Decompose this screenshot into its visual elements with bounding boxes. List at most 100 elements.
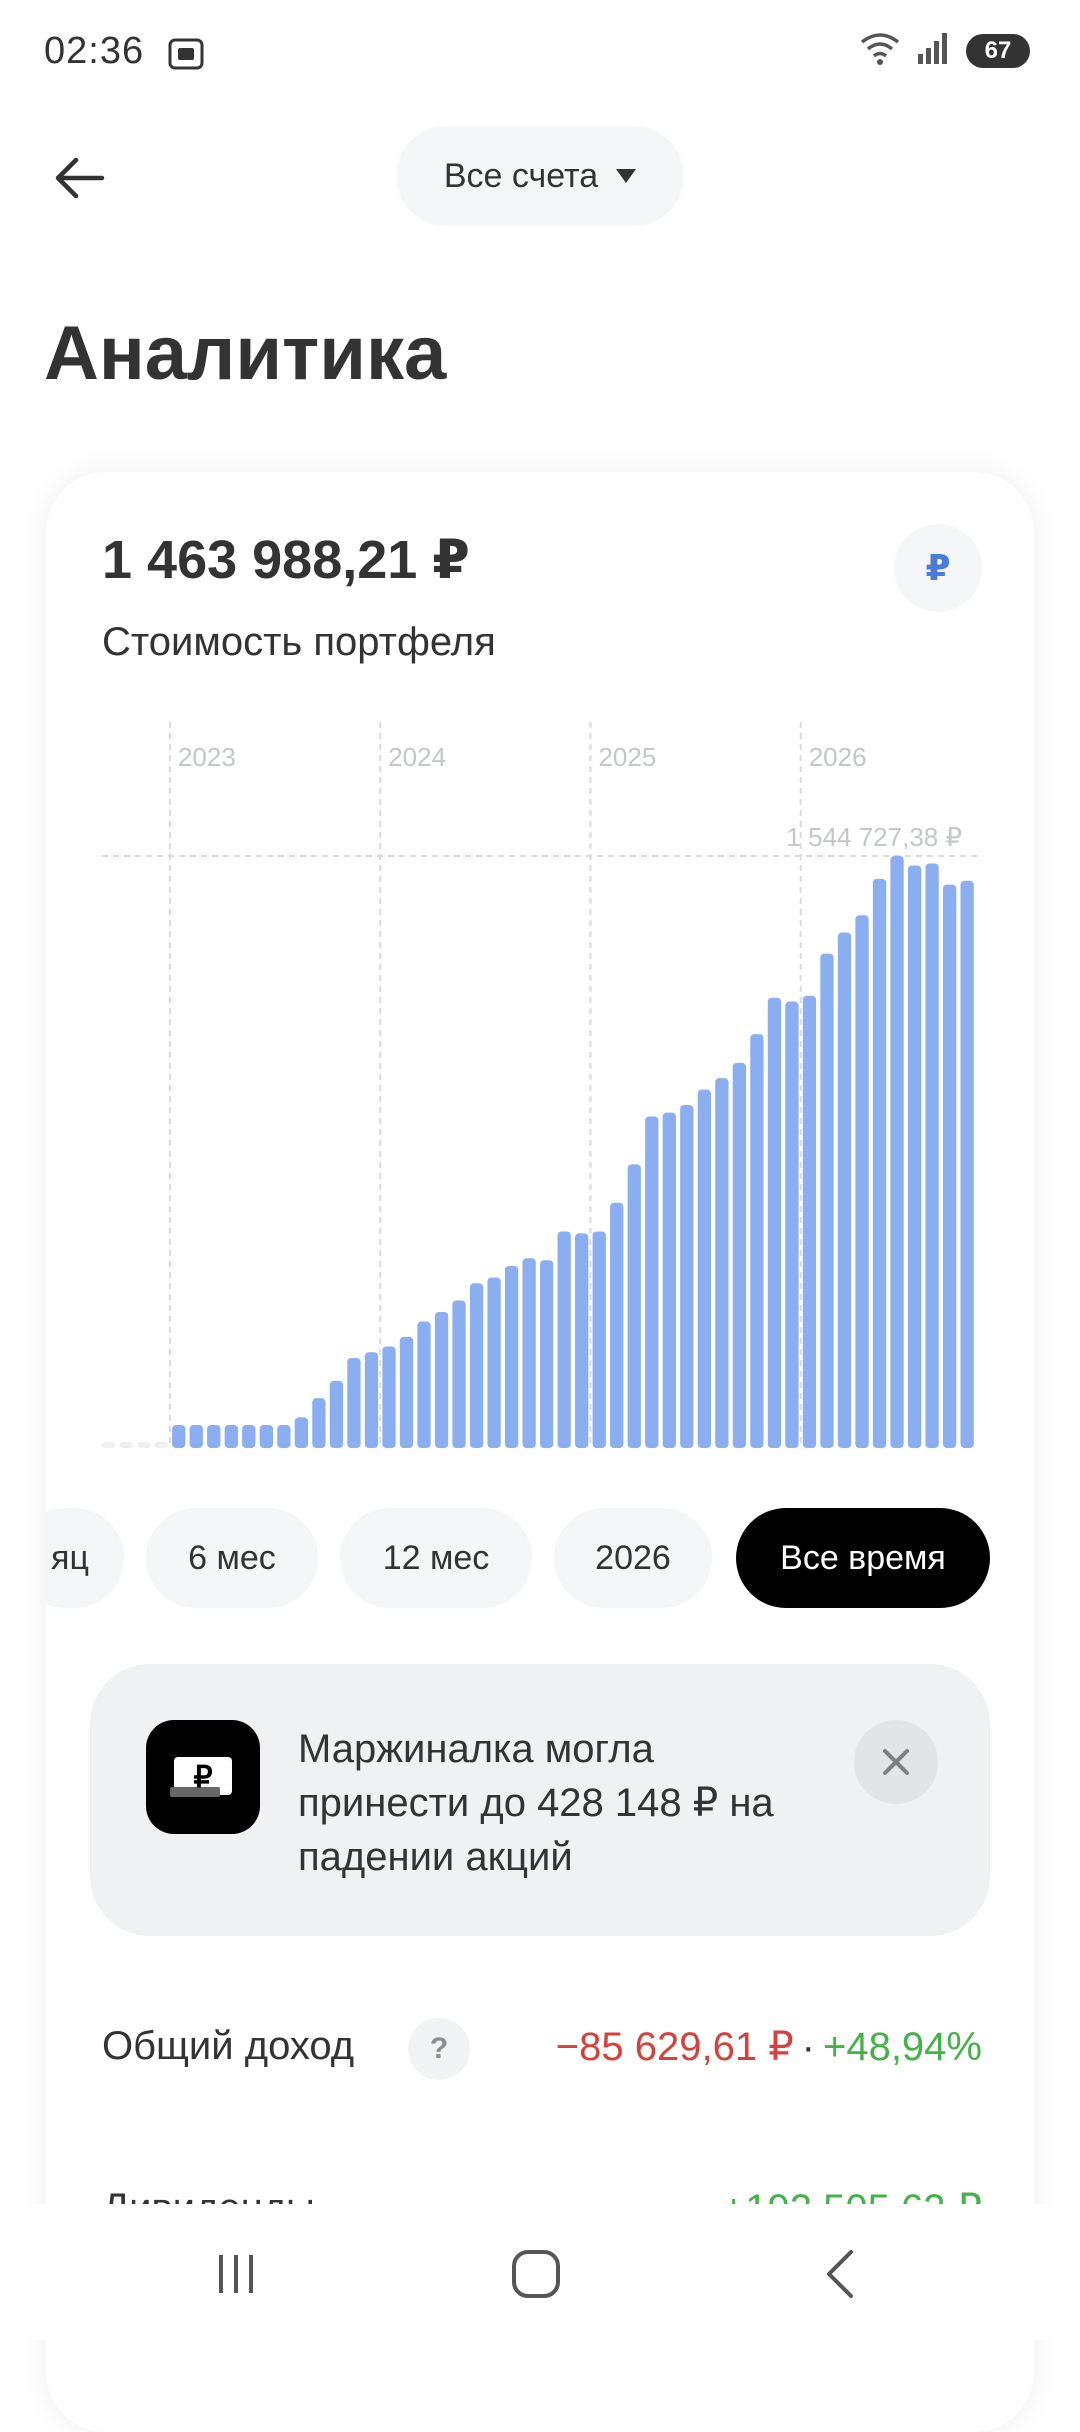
chart-bar bbox=[925, 863, 939, 1448]
chart-bar bbox=[890, 855, 904, 1448]
chart-bar bbox=[207, 1425, 221, 1448]
chart-bar bbox=[697, 1089, 711, 1448]
signal-icon bbox=[916, 30, 952, 71]
total-income-percent: +48,94% bbox=[822, 2025, 982, 2069]
chart-bar bbox=[347, 1357, 361, 1448]
status-bar: 02:36 67 bbox=[0, 0, 1080, 110]
currency-button[interactable]: ₽ bbox=[894, 524, 982, 612]
chart-bar bbox=[399, 1336, 414, 1448]
arrow-left-icon bbox=[55, 157, 105, 199]
period-tab-2026[interactable]: 2026 bbox=[554, 1508, 712, 1608]
x-tick-label: 2024 bbox=[388, 742, 446, 772]
chart-bar bbox=[942, 884, 957, 1448]
chart-bar bbox=[820, 953, 834, 1448]
chart-bar bbox=[522, 1258, 536, 1448]
battery-indicator: 67 bbox=[966, 33, 1030, 68]
chart-bar bbox=[154, 1442, 168, 1448]
chart-bar bbox=[645, 1116, 659, 1448]
total-income-value: −85 629,61 ₽ bbox=[555, 2025, 794, 2069]
help-icon[interactable]: ? bbox=[408, 2018, 470, 2080]
status-icons: 67 bbox=[858, 30, 1030, 71]
separator-dot: · bbox=[801, 2025, 815, 2069]
chart-bar bbox=[732, 1062, 747, 1448]
chart-bar bbox=[364, 1352, 379, 1448]
svg-text:₽: ₽ bbox=[193, 1761, 212, 1794]
chart-bar bbox=[172, 1425, 186, 1448]
chart-bar bbox=[575, 1233, 589, 1448]
chart-bar bbox=[715, 1078, 729, 1448]
promo-text: Маржиналка могла принести до 428 148 ₽ н… bbox=[298, 1727, 774, 1879]
screenshot-icon bbox=[166, 34, 206, 79]
system-nav-bar bbox=[0, 2204, 1080, 2340]
back-button[interactable] bbox=[48, 146, 112, 210]
promo-close-button[interactable] bbox=[854, 1720, 938, 1804]
home-button[interactable] bbox=[496, 2234, 576, 2314]
chart-bar bbox=[294, 1417, 309, 1448]
chart-bar bbox=[277, 1425, 291, 1448]
chart-bar bbox=[802, 995, 817, 1448]
close-icon bbox=[883, 1749, 909, 1775]
analytics-card: 1 463 988,21 ₽ Стоимость портфеля ₽ 2023… bbox=[46, 472, 1034, 2432]
account-selector-label: Все счета bbox=[443, 156, 599, 195]
chart-bar bbox=[102, 1442, 116, 1448]
chart-bar bbox=[907, 865, 922, 1448]
total-income-values: −85 629,61 ₽ · +48,94% bbox=[556, 2024, 982, 2070]
period-selector: яц 6 мес 12 мес 2026 Все время bbox=[46, 1508, 1034, 1608]
chart-bar bbox=[592, 1231, 606, 1448]
period-tab-12m[interactable]: 12 мес bbox=[340, 1508, 532, 1608]
period-tab-month[interactable]: яц bbox=[46, 1508, 124, 1608]
chart-bar bbox=[487, 1277, 501, 1448]
chart-bar bbox=[242, 1425, 256, 1448]
chart-bar bbox=[119, 1442, 133, 1448]
portfolio-value: 1 463 988,21 ₽ bbox=[102, 530, 470, 590]
account-selector[interactable]: Все счета bbox=[396, 126, 684, 226]
system-back-button[interactable] bbox=[800, 2234, 880, 2314]
total-income-label: Общий доход bbox=[102, 2024, 355, 2068]
portfolio-chart: 2023 2024 2025 2026 1 544 727,38 ₽ bbox=[102, 722, 982, 1448]
chart-bar bbox=[557, 1231, 571, 1448]
recent-apps-icon bbox=[219, 2255, 253, 2293]
chart-bar bbox=[312, 1398, 326, 1448]
ruble-wallet-icon: ₽ bbox=[146, 1720, 260, 1834]
caret-down-icon bbox=[616, 169, 637, 183]
chart-bar bbox=[259, 1425, 273, 1448]
portfolio-label: Стоимость портфеля bbox=[102, 620, 496, 664]
chart-bar bbox=[452, 1300, 466, 1448]
chart-bar bbox=[610, 1202, 624, 1448]
chart-bar bbox=[329, 1380, 344, 1448]
x-tick-label: 2025 bbox=[598, 742, 656, 772]
ruble-icon: ₽ bbox=[925, 547, 951, 588]
chart-bar bbox=[469, 1283, 484, 1448]
recent-apps-button[interactable] bbox=[196, 2234, 276, 2314]
chart-bar bbox=[855, 915, 869, 1448]
period-tab-6m[interactable]: 6 мес bbox=[146, 1508, 318, 1608]
chart-bar bbox=[680, 1105, 694, 1448]
chart-bar bbox=[767, 997, 782, 1448]
chart-bar bbox=[434, 1311, 449, 1448]
chart-bar bbox=[417, 1321, 431, 1448]
chart-bar bbox=[224, 1425, 238, 1448]
chart-bar bbox=[785, 1001, 799, 1448]
wifi-icon bbox=[858, 30, 902, 71]
home-icon bbox=[512, 2250, 560, 2298]
chart-bar bbox=[750, 1034, 764, 1448]
chart-bar bbox=[504, 1265, 519, 1448]
max-value-label: 1 544 727,38 ₽ bbox=[786, 822, 962, 852]
chart-bar bbox=[540, 1260, 554, 1448]
chart-bar bbox=[137, 1442, 151, 1448]
chart-bar bbox=[382, 1346, 396, 1448]
page-title: Аналитика bbox=[44, 311, 447, 396]
chart-bar bbox=[837, 932, 852, 1448]
x-tick-label: 2023 bbox=[178, 742, 236, 772]
x-tick-label: 2026 bbox=[809, 742, 867, 772]
chart-bar bbox=[627, 1164, 641, 1448]
chart-bar bbox=[960, 880, 974, 1448]
chevron-left-icon bbox=[827, 2250, 853, 2298]
margin-promo-banner[interactable]: ₽ Маржиналка могла принести до 428 148 ₽… bbox=[90, 1664, 990, 1936]
total-income-row: Общий доход ? −85 629,61 ₽ · +48,94% bbox=[102, 2014, 982, 2084]
chart-bar bbox=[189, 1425, 203, 1448]
status-time: 02:36 bbox=[44, 30, 145, 72]
chart-bar bbox=[662, 1112, 676, 1448]
chart-bar bbox=[872, 878, 887, 1448]
period-tab-all-time[interactable]: Все время bbox=[736, 1508, 990, 1608]
